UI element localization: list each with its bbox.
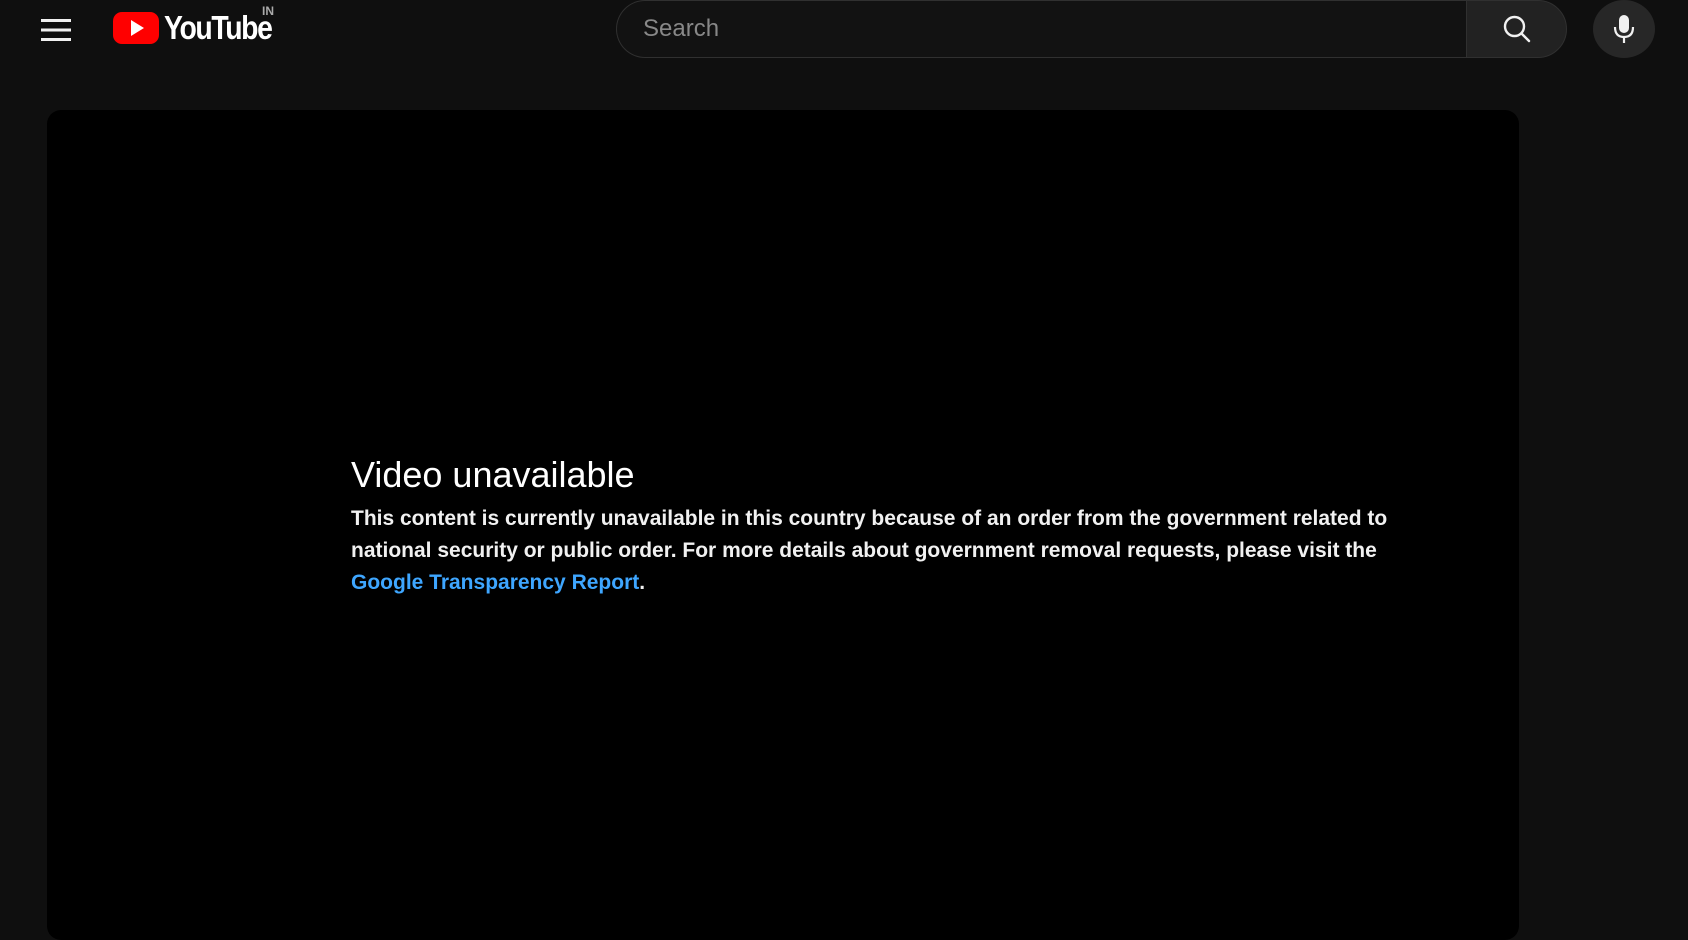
logo-wordmark: YouTube <box>164 9 273 46</box>
microphone-icon <box>1613 15 1635 43</box>
country-code: IN <box>262 4 274 18</box>
youtube-play-icon <box>113 12 159 44</box>
error-message-suffix: . <box>639 571 646 594</box>
search-button[interactable] <box>1466 0 1567 58</box>
transparency-report-link[interactable]: Google Transparency Report <box>351 571 639 594</box>
error-message: This content is currently unavailable in… <box>351 503 1451 599</box>
error-message-text: This content is currently unavailable in… <box>351 507 1388 562</box>
search-icon <box>1503 15 1530 43</box>
guide-menu-button[interactable] <box>36 10 76 50</box>
hamburger-menu-icon <box>41 19 71 41</box>
search-input[interactable] <box>643 15 1467 43</box>
video-player[interactable]: Video unavailable This content is curren… <box>47 110 1519 940</box>
search-box <box>616 0 1467 58</box>
error-title: Video unavailable <box>351 454 635 495</box>
voice-search-button[interactable] <box>1593 0 1655 58</box>
playability-error: Video unavailable This content is curren… <box>351 453 1451 599</box>
masthead: YouTube IN <box>0 0 1688 62</box>
